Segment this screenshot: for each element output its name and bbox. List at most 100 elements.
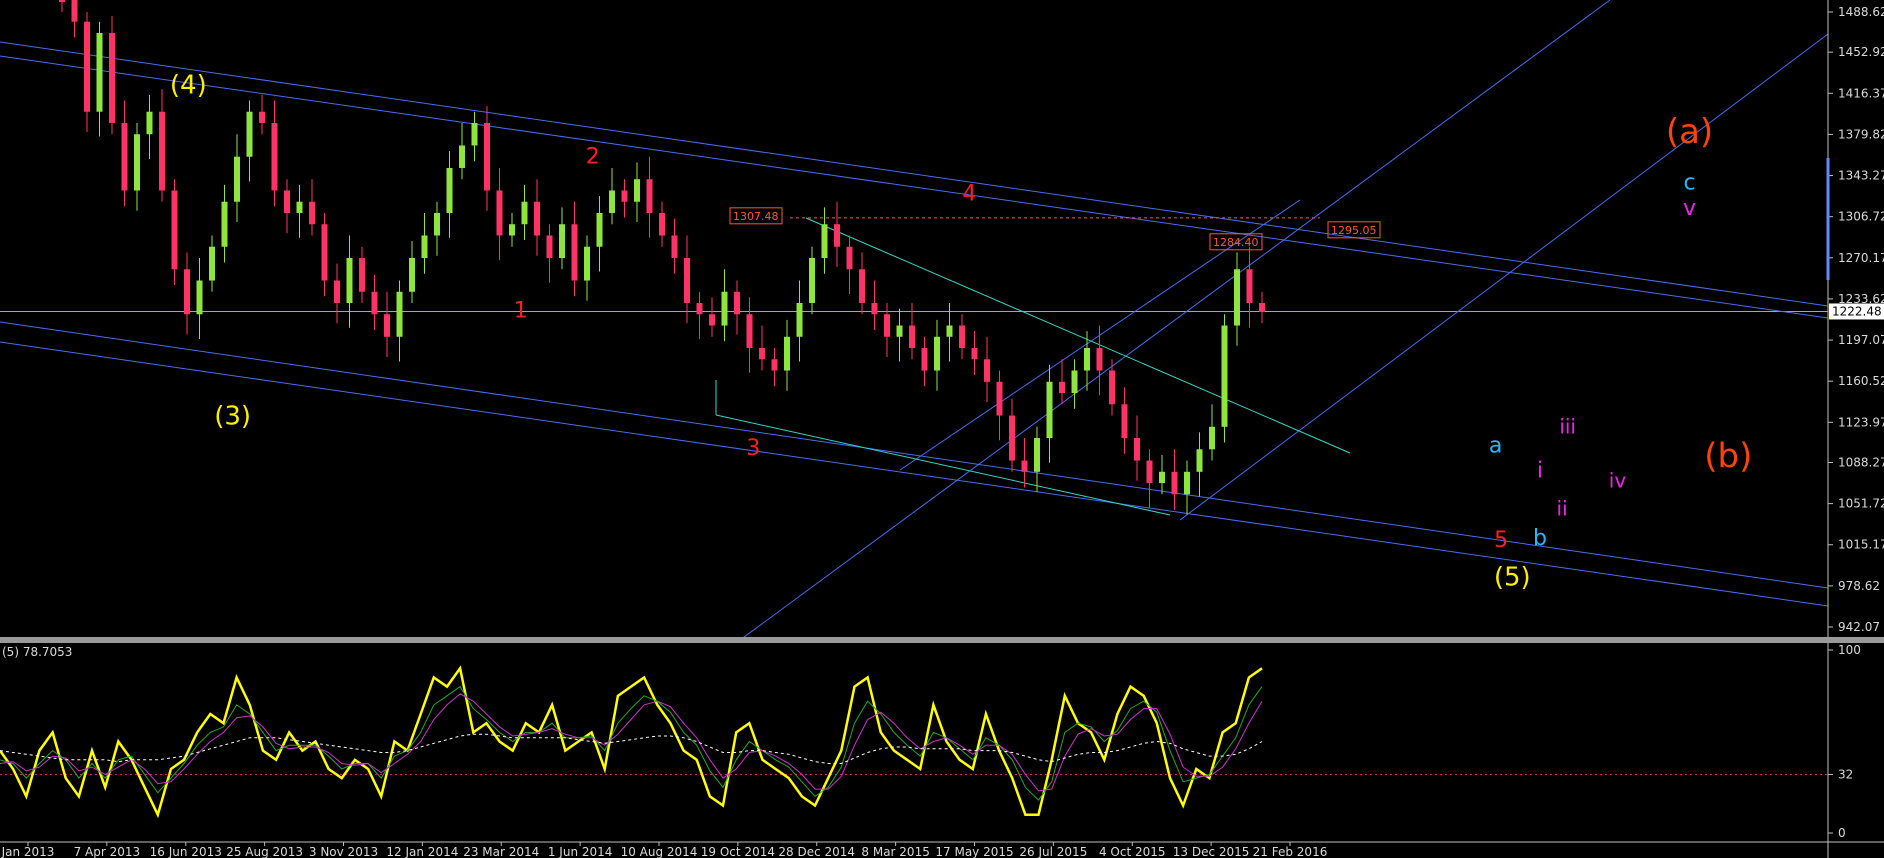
candle-body xyxy=(671,235,678,258)
candle-body xyxy=(884,314,890,337)
candle-body xyxy=(709,314,715,326)
candle-body xyxy=(271,122,278,191)
candle-body xyxy=(284,190,290,213)
candle-body xyxy=(309,201,315,225)
candle-body xyxy=(909,325,915,349)
candle-body xyxy=(1121,404,1128,439)
candle-body xyxy=(934,336,940,371)
osc-tick-label: 0 xyxy=(1838,826,1846,840)
candle-body xyxy=(1034,438,1040,472)
wave-label: iv xyxy=(1609,469,1627,493)
candle-body xyxy=(559,224,565,258)
candle-body xyxy=(146,111,153,135)
candle-body xyxy=(659,212,665,236)
price-tick-label: 1123.97 xyxy=(1838,415,1884,429)
candle-body xyxy=(971,348,978,360)
candle-body xyxy=(946,325,953,337)
candle-body xyxy=(359,258,365,292)
osc-tick-label: 100 xyxy=(1838,643,1861,657)
candle-body xyxy=(259,111,265,123)
candle-body xyxy=(1184,471,1190,495)
candle-body xyxy=(471,122,478,146)
wave-label: ii xyxy=(1557,497,1568,521)
wave-label: (3) xyxy=(214,402,251,432)
candle-body xyxy=(234,156,240,202)
price-tick-label: 1197.07 xyxy=(1838,333,1884,347)
candle-body xyxy=(1059,381,1065,394)
candle-body xyxy=(334,280,340,304)
candle-body xyxy=(134,134,140,191)
candle-body xyxy=(434,212,440,236)
candle-body xyxy=(371,291,378,315)
candle-body xyxy=(396,291,403,337)
candle-body xyxy=(871,303,878,315)
candle-body xyxy=(634,179,640,202)
candle-body xyxy=(1046,381,1053,439)
chart-canvas: 1307.48 1284.40 1295.05 (4) (3) 2 1 3 4 (a) cv a b5 (… xyxy=(0,0,1884,858)
candle-body xyxy=(1096,348,1103,371)
price-tick-label: 942.07 xyxy=(1838,620,1880,634)
candle-body xyxy=(771,359,778,371)
candle-body xyxy=(121,122,128,191)
wave-label: 3 xyxy=(746,436,760,461)
candle-body xyxy=(584,246,590,281)
candle-body xyxy=(246,111,253,157)
candle-body xyxy=(509,224,515,236)
date-tick-label: 7 Apr 2013 xyxy=(74,845,141,858)
candle-body xyxy=(1246,269,1253,304)
candle-body xyxy=(71,0,78,22)
candle-body xyxy=(696,303,703,315)
wave-label: (5) xyxy=(1494,562,1531,592)
date-tick-label: 21 Feb 2016 xyxy=(1253,845,1328,858)
candle-body xyxy=(784,336,790,371)
date-tick-label: 3 Nov 2013 xyxy=(309,845,378,858)
candle-body xyxy=(621,190,628,202)
wave-label: 2 xyxy=(586,144,600,169)
date-tick-label: 4 Oct 2015 xyxy=(1099,845,1166,858)
candle-body xyxy=(684,258,690,304)
wave-label: 5 xyxy=(1494,528,1508,553)
wave-label: c xyxy=(1683,170,1695,195)
candle-body xyxy=(859,269,865,304)
candle-body xyxy=(1196,449,1203,472)
price-tick-label: 1015.17 xyxy=(1838,538,1884,552)
candle-body xyxy=(484,122,490,191)
candle-body xyxy=(321,224,328,281)
wave-label: b xyxy=(1533,526,1547,551)
candle-body xyxy=(534,201,540,236)
price-tick-label: 1160.52 xyxy=(1838,374,1884,388)
candle-body xyxy=(221,201,228,247)
date-tick-label: 13 Dec 2015 xyxy=(1173,845,1250,858)
candle-body xyxy=(959,325,965,349)
candle-body xyxy=(746,314,753,349)
oscillator-title: (5) 78.7053 xyxy=(2,645,72,659)
candle-body xyxy=(1009,415,1015,461)
price-tick-label: 1088.27 xyxy=(1838,455,1884,469)
candle-body xyxy=(409,258,415,292)
candle-body xyxy=(796,303,803,337)
candle-body xyxy=(646,179,653,213)
candle-body xyxy=(1221,325,1228,427)
date-tick-label: 10 Aug 2014 xyxy=(621,845,698,858)
candle-body xyxy=(59,0,65,2)
candle-body xyxy=(734,291,740,315)
date-tick-label: 12 Jan 2014 xyxy=(386,845,458,858)
candle-body xyxy=(609,190,615,213)
candle-body xyxy=(84,21,90,112)
candle-body xyxy=(846,246,853,270)
candle-body xyxy=(596,212,603,247)
candle-body xyxy=(96,32,103,112)
candle-body xyxy=(546,235,553,258)
wave-label: a xyxy=(1489,434,1502,459)
date-tick-label: 19 Oct 2014 xyxy=(701,845,775,858)
candle-body xyxy=(346,258,353,304)
candle-body xyxy=(759,348,765,360)
candle-body xyxy=(459,145,465,168)
price-tag-label: 1295.05 xyxy=(1331,224,1377,237)
date-tick-label: 16 Jun 2013 xyxy=(150,845,222,858)
price-tick-label: 1270.17 xyxy=(1838,251,1884,265)
date-tick-label: 25 Aug 2013 xyxy=(226,845,303,858)
panel-separator xyxy=(0,637,1884,643)
wave-label: i xyxy=(1537,458,1543,483)
candle-body xyxy=(1259,303,1265,313)
